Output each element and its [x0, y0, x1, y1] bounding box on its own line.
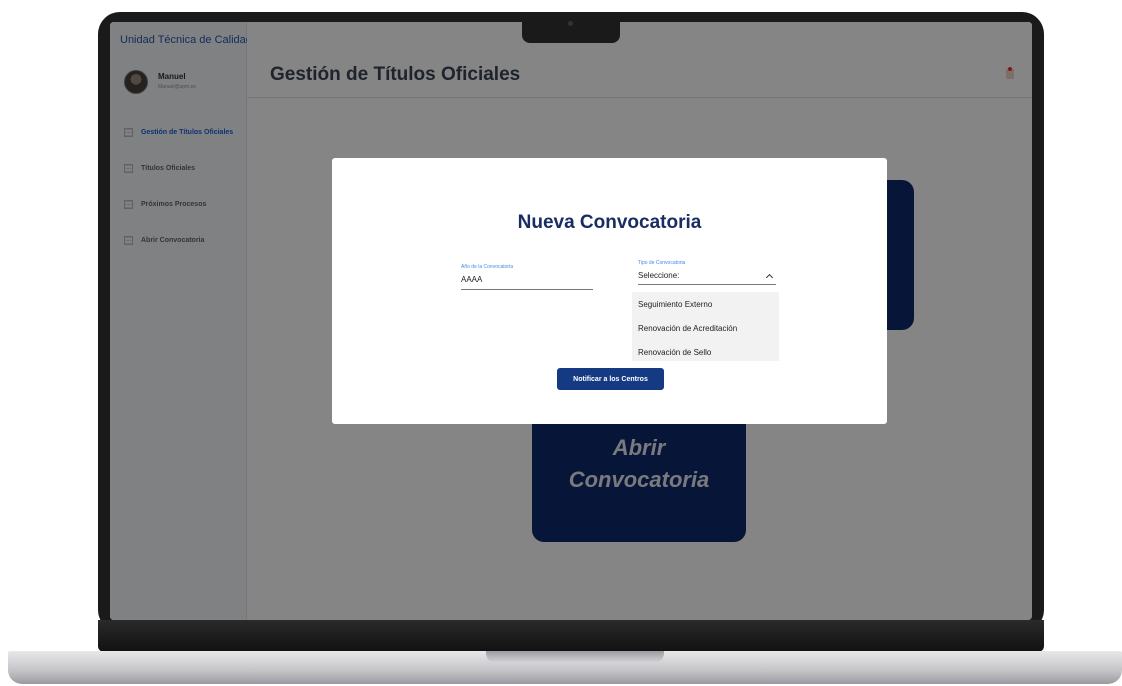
- type-field-label: Tipo de Convocatoria: [638, 260, 686, 266]
- option-renovacion-sello[interactable]: Renovación de Sello: [632, 340, 779, 361]
- laptop-base: [8, 651, 1122, 684]
- chevron-up-icon[interactable]: [765, 273, 774, 281]
- laptop-base-groove: [486, 651, 664, 663]
- type-field: Tipo de Convocatoria Seleccione:: [638, 260, 776, 285]
- notify-centers-button[interactable]: Notificar a los Centros: [557, 368, 664, 390]
- laptop-chin: [98, 620, 1044, 652]
- camera-icon: [568, 21, 573, 26]
- screen: Unidad Técnica de Calidad Manuel Manuel@…: [110, 22, 1032, 620]
- type-dropdown: Seguimiento Externo Renovación de Acredi…: [632, 292, 779, 361]
- year-field: Año de la Convocatoria AAAA: [461, 264, 593, 290]
- type-select[interactable]: Seleccione:: [638, 271, 776, 285]
- year-input[interactable]: AAAA: [461, 275, 593, 290]
- type-select-value: Seleccione:: [638, 271, 680, 280]
- option-renovacion-acreditacion[interactable]: Renovación de Acreditación: [632, 316, 779, 340]
- option-seguimiento-externo[interactable]: Seguimiento Externo: [632, 292, 779, 316]
- new-convocatoria-modal: Nueva Convocatoria Año de la Convocatori…: [332, 158, 887, 424]
- year-field-label: Año de la Convocatoria: [461, 264, 513, 270]
- modal-title: Nueva Convocatoria: [517, 212, 702, 233]
- laptop-notch: [522, 12, 620, 43]
